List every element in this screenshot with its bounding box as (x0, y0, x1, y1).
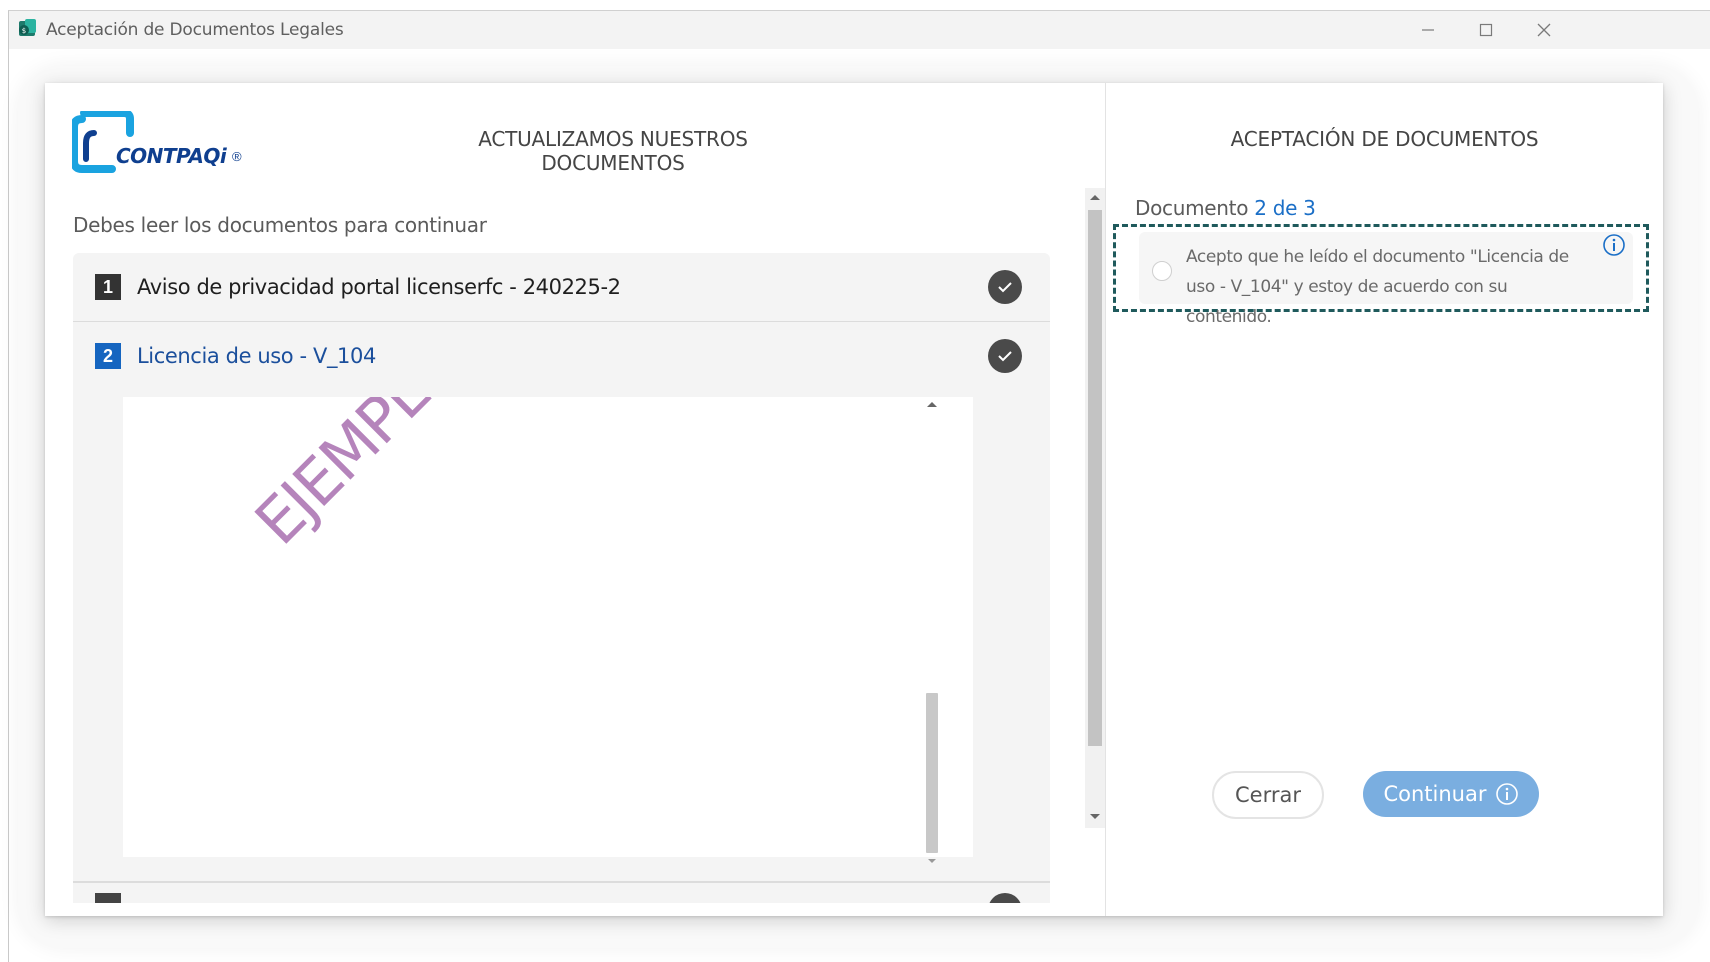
document-counter-value: 2 de 3 (1254, 196, 1316, 220)
svg-text:$: $ (22, 27, 26, 35)
acceptance-focus-box: Acepto que he leído el documento "Licenc… (1113, 224, 1649, 327)
scroll-up-arrow-icon (927, 402, 937, 407)
document-row-3-divider (73, 881, 1050, 883)
info-icon[interactable] (1602, 233, 1626, 257)
continue-button-label: Continuar (1383, 782, 1487, 806)
acceptance-pane: ACEPTACIÓN DE DOCUMENTOS Documento 2 de … (1106, 83, 1663, 916)
documents-heading: ACTUALIZAMOS NUESTROS DOCUMENTOS (478, 127, 748, 175)
maximize-icon (1479, 23, 1493, 37)
scroll-down-arrow-icon (928, 859, 936, 863)
close-icon (1537, 23, 1551, 37)
document-title: Licencia de uso - V_104 (137, 344, 376, 368)
document-counter: Documento 2 de 3 (1135, 196, 1316, 220)
document-number-badge: 2 (95, 343, 121, 369)
document-watermark: EJEMPLO D (241, 397, 518, 559)
document-viewer[interactable]: EJEMPLO D (123, 397, 973, 857)
title-bar[interactable]: $ Aceptación de Documentos Legales (9, 11, 1710, 49)
read-check-icon (988, 339, 1022, 373)
acceptance-heading: ACEPTACIÓN DE DOCUMENTOS (1230, 127, 1539, 151)
close-dialog-button[interactable]: Cerrar (1212, 771, 1324, 819)
window-title: Aceptación de Documentos Legales (46, 20, 344, 40)
document-row-3-check-partial (988, 893, 1022, 903)
minimize-icon (1422, 29, 1434, 31)
accept-radio[interactable] (1152, 261, 1172, 281)
close-button[interactable] (1521, 15, 1567, 45)
viewer-scrollbar-thumb (926, 693, 938, 853)
document-list: 1 Aviso de privacidad portal licenserfc … (73, 253, 1050, 903)
app-icon: $ (19, 19, 36, 36)
acceptance-option[interactable]: Acepto que he leído el documento "Licenc… (1139, 232, 1633, 327)
document-counter-label: Documento (1135, 196, 1249, 220)
read-check-icon (988, 270, 1022, 304)
documents-pane: CONTPAQi ® ACTUALIZAMOS NUESTROS DOCUMEN… (45, 83, 1105, 916)
maximize-button[interactable] (1463, 15, 1509, 45)
logo-brand-text: CONTPAQi (116, 144, 227, 168)
viewer-scrollbar[interactable] (921, 393, 943, 863)
minimize-button[interactable] (1405, 15, 1451, 45)
document-list-scrollbar[interactable] (1085, 188, 1105, 828)
continue-button[interactable]: Continuar (1363, 771, 1539, 817)
instruction-text: Debes leer los documentos para continuar (73, 213, 487, 237)
document-title: Aviso de privacidad portal licenserfc - … (137, 275, 621, 299)
acceptance-text: Acepto que he leído el documento "Licenc… (1186, 247, 1569, 327)
document-number-badge: 1 (95, 274, 121, 300)
document-row-1[interactable]: 1 Aviso de privacidad portal licenserfc … (73, 253, 1050, 322)
document-row-2[interactable]: 2 Licencia de uso - V_104 (73, 322, 1050, 390)
info-icon (1495, 783, 1518, 805)
contpaqi-logo: CONTPAQi ® (70, 109, 267, 177)
document-row-3-badge-partial (95, 893, 121, 903)
legal-documents-dialog: CONTPAQi ® ACTUALIZAMOS NUESTROS DOCUMEN… (45, 83, 1663, 916)
logo-registered-mark: ® (232, 149, 242, 164)
document-list-scrollbar-thumb (1088, 210, 1102, 746)
